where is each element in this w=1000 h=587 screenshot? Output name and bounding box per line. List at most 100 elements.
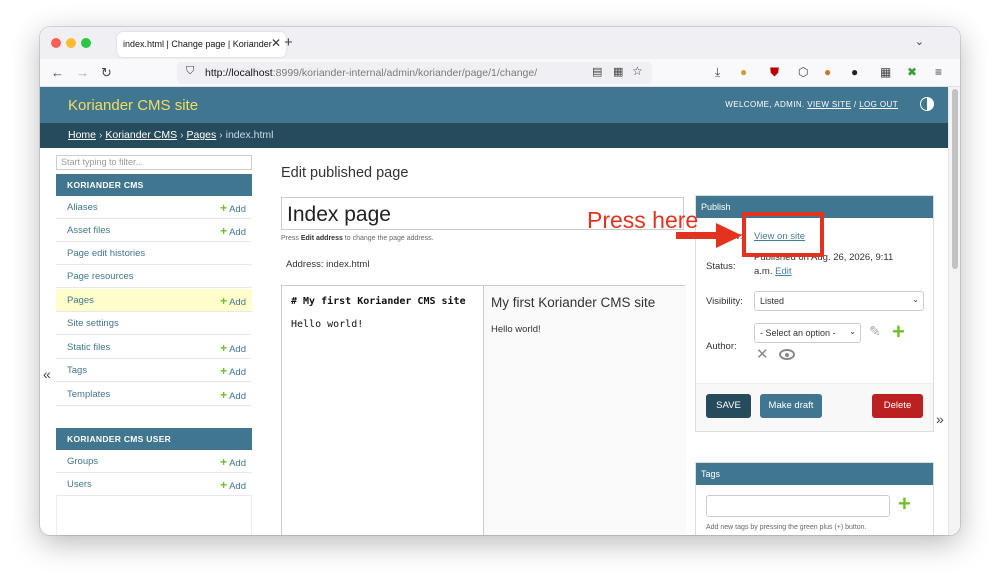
- module-header-koriander-cms-user[interactable]: KORIANDER CMS USER: [56, 428, 252, 450]
- edit-author-pencil-icon[interactable]: ✎: [869, 323, 881, 340]
- sidebar-item-aliases[interactable]: Aliases + Add: [56, 196, 252, 219]
- plus-icon: +: [220, 294, 228, 308]
- expand-panel-icon[interactable]: »: [936, 411, 944, 427]
- ublock-extension-icon[interactable]: ⛊: [770, 65, 779, 80]
- view-author-eye-icon[interactable]: [779, 349, 795, 360]
- new-tab-button[interactable]: +: [284, 34, 293, 51]
- author-value: - Select an option -: [760, 328, 836, 338]
- author-select[interactable]: - Select an option - ⌄: [754, 323, 861, 343]
- pocket-extension-icon[interactable]: ●: [851, 65, 858, 79]
- tab-list-icon[interactable]: ⌄: [915, 35, 924, 48]
- apps-grid-icon[interactable]: ▦: [880, 65, 891, 79]
- add-pages-button[interactable]: + Add: [220, 294, 246, 308]
- breadcrumb-home[interactable]: Home: [68, 129, 96, 141]
- markdown-source-pane[interactable]: # My first Koriander CMS site Hello worl…: [282, 286, 484, 535]
- welcome-text: WELCOME,: [725, 100, 775, 109]
- sidebar-item-groups[interactable]: Groups + Add: [56, 450, 252, 473]
- url-host: http://localhost: [205, 67, 273, 79]
- plus-icon: +: [220, 478, 228, 492]
- bookmark-star-icon[interactable]: ☆: [632, 64, 643, 78]
- menu-icon[interactable]: ≡: [935, 65, 942, 79]
- preview-body: Hello world!: [491, 324, 541, 335]
- sidebar-item-label[interactable]: Page resources: [67, 271, 134, 282]
- sidebar-item-pages[interactable]: Pages + Add: [56, 289, 252, 312]
- source-body: Hello world!: [291, 319, 364, 330]
- tab-close-icon[interactable]: ✕: [271, 36, 281, 50]
- view-site-link[interactable]: VIEW SITE: [807, 100, 851, 109]
- zoom-window-button[interactable]: [81, 38, 91, 48]
- delete-button[interactable]: Delete: [872, 394, 923, 418]
- tags-panel-header: Tags: [696, 463, 933, 485]
- extensions-icon[interactable]: ⬡: [798, 65, 808, 79]
- visibility-select[interactable]: Listed ⌄: [754, 291, 924, 311]
- add-tags-button[interactable]: + Add: [220, 364, 246, 378]
- qr-code-icon[interactable]: ▦: [613, 65, 623, 78]
- sidebar-item-site-settings[interactable]: Site settings: [56, 312, 252, 335]
- add-groups-button[interactable]: + Add: [220, 455, 246, 469]
- back-icon[interactable]: ←: [51, 65, 64, 80]
- make-draft-button[interactable]: Make draft: [760, 394, 822, 418]
- sidebar-item-label[interactable]: Tags: [67, 365, 87, 376]
- close-window-button[interactable]: [51, 38, 61, 48]
- delete-author-x-icon[interactable]: ✕: [756, 345, 769, 363]
- reader-view-icon[interactable]: ▤: [592, 65, 602, 78]
- fox-extension-icon[interactable]: ●: [824, 65, 831, 79]
- breadcrumb-app[interactable]: Koriander CMS: [105, 129, 177, 141]
- cookie-extension-icon[interactable]: ●: [740, 65, 747, 79]
- sidebar-item-label[interactable]: Asset files: [67, 225, 110, 236]
- minimize-window-button[interactable]: [66, 38, 76, 48]
- forward-icon[interactable]: →: [76, 65, 89, 80]
- chevron-down-icon: ⌄: [849, 327, 856, 336]
- tag-input[interactable]: [706, 495, 890, 517]
- address-bar[interactable]: ⛉ http://localhost:8999/koriander-intern…: [177, 62, 652, 84]
- breadcrumb-current: index.html: [225, 129, 274, 141]
- markdown-editor: # My first Koriander CMS site Hello worl…: [281, 285, 686, 535]
- sidebar-item-label[interactable]: Groups: [67, 456, 98, 467]
- site-title[interactable]: Koriander CMS site: [68, 97, 198, 114]
- page-scrollbar[interactable]: [948, 87, 960, 535]
- shield-icon[interactable]: ⛉: [186, 65, 194, 78]
- downloads-icon[interactable]: ⤓: [715, 65, 720, 80]
- theme-toggle-icon[interactable]: [920, 97, 934, 111]
- plus-icon: +: [220, 224, 228, 238]
- puzzle-extension-icon[interactable]: ✖: [907, 65, 917, 79]
- sidebar-item-label[interactable]: Static files: [67, 342, 110, 353]
- sidebar-item-label[interactable]: Site settings: [67, 318, 119, 329]
- add-author-plus-icon[interactable]: +: [892, 321, 905, 343]
- sidebar-item-templates[interactable]: Templates + Add: [56, 383, 252, 406]
- sidebar-item-label[interactable]: Users: [67, 479, 92, 490]
- sidebar-filter-input[interactable]: Start typing to filter...: [56, 155, 252, 170]
- add-users-button[interactable]: + Add: [220, 478, 246, 492]
- scrollbar-thumb[interactable]: [952, 89, 958, 269]
- module-header-koriander-cms[interactable]: KORIANDER CMS: [56, 174, 252, 196]
- add-label: Add: [229, 391, 246, 402]
- sidebar-item-users[interactable]: Users + Add: [56, 473, 252, 496]
- add-templates-button[interactable]: + Add: [220, 388, 246, 402]
- username: ADMIN: [774, 100, 802, 109]
- annotation-arrow-icon: [676, 223, 742, 248]
- browser-tab[interactable]: index.html | Change page | Koriander ✕: [117, 32, 286, 57]
- collapse-sidebar-icon[interactable]: «: [43, 366, 51, 382]
- sidebar-item-static-files[interactable]: Static files + Add: [56, 336, 252, 359]
- reload-icon[interactable]: ↻: [101, 65, 112, 81]
- sidebar-item-page-edit-histories[interactable]: Page edit histories: [56, 242, 252, 265]
- sidebar-item-label[interactable]: Pages: [67, 295, 94, 306]
- sidebar-item-page-resources[interactable]: Page resources: [56, 265, 252, 288]
- log-out-link[interactable]: LOG OUT: [859, 100, 898, 109]
- sidebar-item-label[interactable]: Page edit histories: [67, 248, 145, 259]
- sidebar-item-label[interactable]: Templates: [67, 389, 110, 400]
- plus-icon: +: [220, 201, 228, 215]
- add-tag-plus-icon[interactable]: +: [898, 493, 911, 515]
- save-button[interactable]: SAVE: [706, 394, 751, 418]
- user-tools: WELCOME, ADMIN. VIEW SITE / LOG OUT: [725, 100, 898, 109]
- sidebar-item-asset-files[interactable]: Asset files + Add: [56, 219, 252, 242]
- plus-icon: +: [220, 388, 228, 402]
- tags-help-text: Add new tags by pressing the green plus …: [706, 524, 867, 531]
- edit-status-link[interactable]: Edit: [775, 266, 791, 277]
- sidebar-item-tags[interactable]: Tags + Add: [56, 359, 252, 382]
- add-aliases-button[interactable]: + Add: [220, 201, 246, 215]
- breadcrumb-model[interactable]: Pages: [186, 129, 216, 141]
- add-static-files-button[interactable]: + Add: [220, 341, 246, 355]
- add-asset-files-button[interactable]: + Add: [220, 224, 246, 238]
- sidebar-item-label[interactable]: Aliases: [67, 202, 98, 213]
